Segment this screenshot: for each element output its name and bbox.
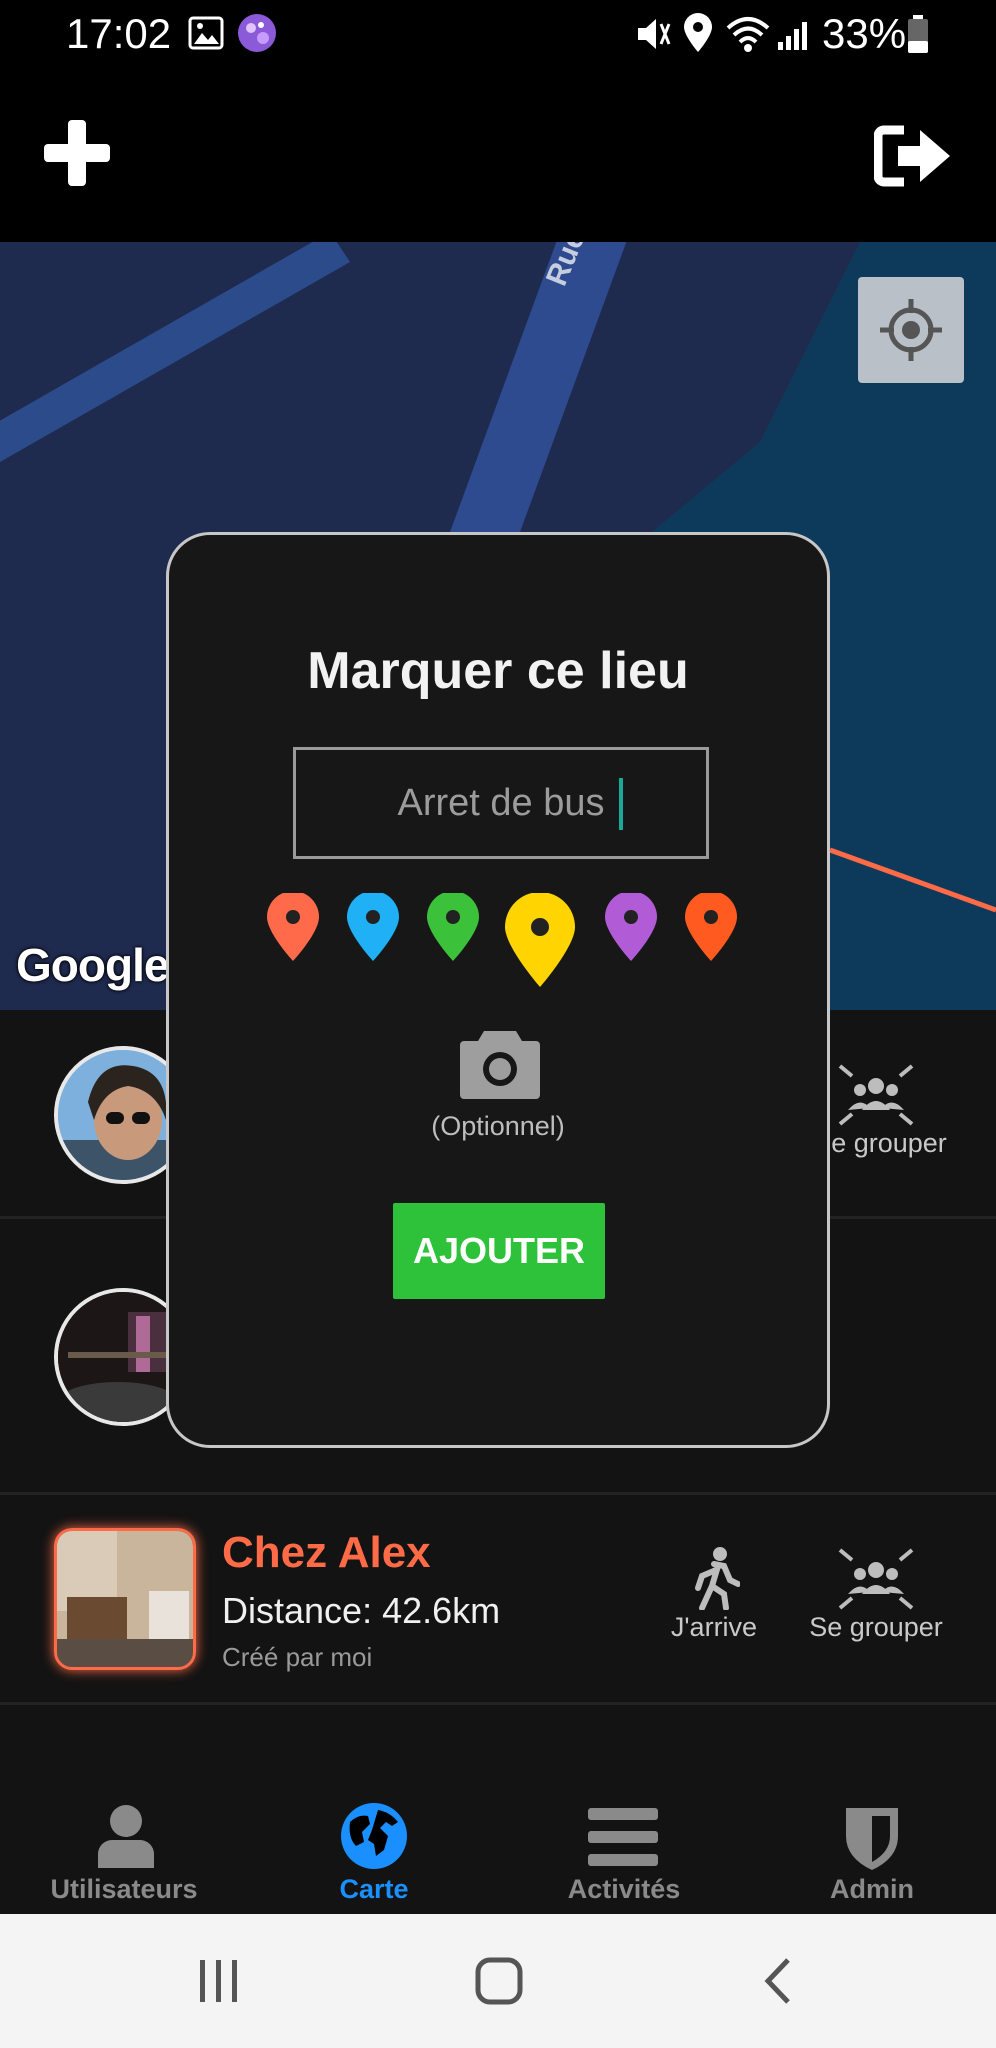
- pin-icon[interactable]: [345, 893, 401, 963]
- back-icon[interactable]: [760, 1956, 796, 2006]
- status-time: 17:02: [66, 10, 172, 57]
- pin-icon[interactable]: [603, 893, 659, 963]
- text-caret: [619, 778, 623, 830]
- nav-label-map: Carte: [339, 1874, 409, 1904]
- plus-icon[interactable]: [42, 118, 112, 188]
- pin-icon[interactable]: [265, 893, 321, 963]
- camera-icon[interactable]: [458, 1025, 542, 1101]
- photo-optional-label: (Optionnel): [431, 1111, 565, 1141]
- list-divider: [0, 1492, 996, 1495]
- location-icon: [684, 13, 712, 52]
- logout-icon[interactable]: [874, 124, 954, 188]
- signal-icon: [778, 22, 807, 50]
- gallery-icon: [188, 16, 224, 50]
- group-action-label[interactable]: Se grouper: [796, 1612, 956, 1643]
- crosshair-icon: [880, 299, 942, 361]
- recents-icon[interactable]: [196, 1958, 242, 2004]
- app-notification-icon: [238, 14, 276, 52]
- mark-place-dialog: Marquer ce lieu (Optionnel) AJOUTER: [166, 532, 830, 1448]
- battery-icon: [908, 15, 928, 53]
- place-distance: Distance: 42.6km: [222, 1590, 501, 1631]
- wifi-icon: [726, 17, 770, 52]
- group-icon[interactable]: [838, 1064, 914, 1126]
- locate-button[interactable]: [858, 277, 964, 383]
- mute-icon: [638, 19, 671, 49]
- pin-icon-selected[interactable]: [503, 893, 577, 989]
- place-photo[interactable]: [54, 1528, 196, 1670]
- pin-icon[interactable]: [683, 893, 739, 963]
- google-attribution: Google: [16, 939, 169, 991]
- place-name-input[interactable]: [293, 747, 709, 859]
- battery-percentage: 33%: [822, 10, 907, 57]
- nav-label-admin: Admin: [830, 1874, 914, 1904]
- place-creator: Créé par moi: [222, 1642, 373, 1672]
- place-name[interactable]: Chez Alex: [222, 1528, 431, 1578]
- group-icon[interactable]: [838, 1548, 914, 1610]
- app-bar: [0, 68, 996, 242]
- dialog-title: Marquer ce lieu: [307, 642, 689, 700]
- pin-icon[interactable]: [425, 893, 481, 963]
- nav-label-activities: Activités: [567, 1874, 681, 1904]
- list-divider: [0, 1702, 996, 1705]
- add-button[interactable]: AJOUTER: [393, 1203, 605, 1299]
- home-icon[interactable]: [474, 1956, 524, 2006]
- walking-icon[interactable]: [690, 1546, 740, 1610]
- nav-label-users: Utilisateurs: [50, 1874, 198, 1904]
- arrive-action-label[interactable]: J'arrive: [654, 1612, 774, 1643]
